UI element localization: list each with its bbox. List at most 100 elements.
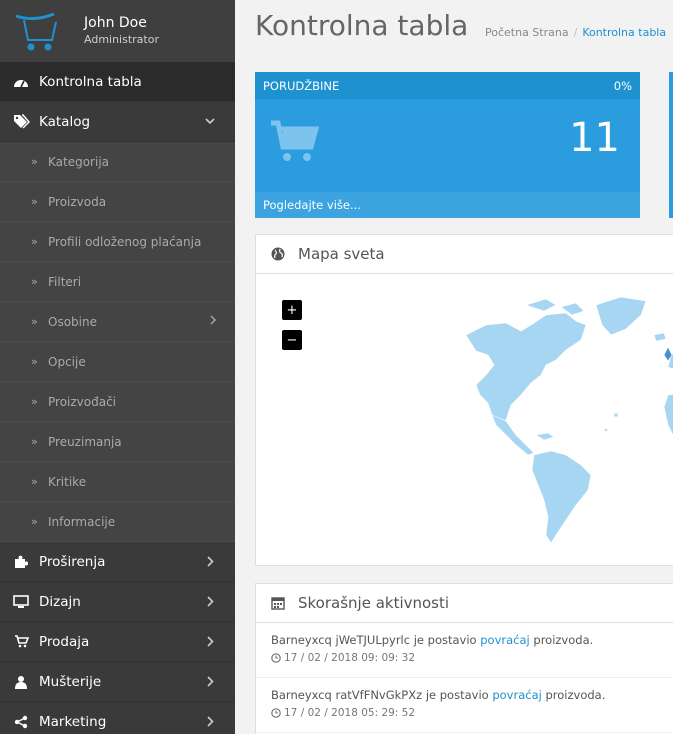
sidebar-subitem-kategorija[interactable]: » Kategorija (0, 142, 235, 182)
sidebar-subitem-label: Proizvođači (48, 394, 117, 409)
sidebar-item-design[interactable]: Dizajn (0, 582, 235, 622)
tile-percent: 0% (613, 78, 632, 93)
activity-link[interactable]: povraćaj (480, 633, 529, 647)
sidebar-item-dashboard[interactable]: Kontrolna tabla (0, 62, 235, 102)
sidebar-subitem-label: Kritike (48, 474, 87, 489)
globe-icon (271, 247, 287, 261)
zoom-in-button[interactable]: + (282, 300, 302, 320)
sidebar-item-label: Prodaja (39, 633, 90, 650)
zoom-out-button[interactable]: − (282, 330, 302, 350)
activity-suffix: proizvoda. (529, 633, 594, 647)
activity-time: 17 / 02 / 2018 09: 09: 32 (271, 652, 669, 664)
double-chevron-right-icon: » (31, 435, 38, 448)
sidebar-subitem-osobine[interactable]: » Osobine (0, 302, 235, 342)
double-chevron-right-icon: » (31, 355, 38, 368)
sidebar-subitem-profili[interactable]: » Profili odloženog plaćanja (0, 222, 235, 262)
breadcrumb-home[interactable]: Početna Strana (485, 26, 569, 39)
activity-text: Barneyxcq ratVfFNvGkPXz je postavio povr… (271, 688, 669, 702)
world-map[interactable] (406, 295, 673, 545)
double-chevron-right-icon: » (31, 515, 38, 528)
sidebar-subitem-preuzimanja[interactable]: » Preuzimanja (0, 422, 235, 462)
tags-icon (12, 113, 30, 131)
panel-header: Skorašnje aktivnosti (256, 584, 673, 623)
chevron-right-icon (203, 594, 217, 608)
activity-timestamp: 17 / 02 / 2018 05: 29: 52 (284, 707, 416, 719)
sidebar-subitem-label: Filteri (48, 274, 82, 289)
calendar-icon (271, 596, 287, 610)
activity-user: Barneyxcq ratVfFNvGkPXz (271, 688, 423, 702)
sidebar-subitem-proizvoda[interactable]: » Proizvoda (0, 182, 235, 222)
list-item: Barneyxcq ratVfFNvGkPXz je postavio povr… (256, 678, 673, 733)
main-content: Kontrolna tabla Početna Strana / Kontrolna… (235, 0, 673, 734)
activity-timestamp: 17 / 02 / 2018 09: 09: 32 (284, 652, 416, 664)
sidebar-item-label: Proširenja (39, 553, 106, 570)
double-chevron-right-icon: » (31, 395, 38, 408)
sidebar-subitem-opcije[interactable]: » Opcije (0, 342, 235, 382)
sidebar-subitem-proizvodjaci[interactable]: » Proizvođači (0, 382, 235, 422)
sidebar-item-label: Marketing (39, 713, 107, 730)
chevron-right-icon (203, 674, 217, 688)
puzzle-icon (12, 553, 30, 571)
user-profile[interactable]: John Doe Administrator (0, 0, 235, 62)
second-tile-edge (669, 72, 673, 218)
cart-icon (12, 633, 30, 651)
chevron-down-icon (203, 114, 217, 128)
tile-title: PORUDŽBINE (263, 78, 340, 93)
chevron-right-icon (203, 714, 217, 728)
sidebar: John Doe Administrator Kontrolna tabla K… (0, 0, 235, 734)
double-chevron-right-icon: » (31, 475, 38, 488)
sidebar-subitem-label: Osobine (48, 314, 97, 329)
sidebar-subitem-label: Informacije (48, 514, 116, 529)
sidebar-item-marketing[interactable]: Marketing (0, 702, 235, 734)
breadcrumb-current[interactable]: Kontrolna tabla (582, 26, 666, 39)
sidebar-item-label: Dizajn (39, 593, 81, 610)
double-chevron-right-icon: » (31, 275, 38, 288)
sidebar-item-extensions[interactable]: Proširenja (0, 542, 235, 582)
activity-user: Barneyxcq jWeTJULpyrlc (271, 633, 411, 647)
tile-view-more-link[interactable]: Pogledajte više... (255, 192, 640, 218)
sidebar-item-sales[interactable]: Prodaja (0, 622, 235, 662)
double-chevron-right-icon: » (31, 155, 38, 168)
clock-icon (271, 708, 281, 718)
list-item: Barneyxcq jWeTJULpyrlc je postavio povra… (256, 623, 673, 678)
user-icon (12, 673, 30, 691)
logo-icon (15, 12, 57, 51)
panel-title: Mapa sveta (298, 245, 385, 263)
sidebar-subitem-kritike[interactable]: » Kritike (0, 462, 235, 502)
chevron-right-icon (203, 634, 217, 648)
chevron-right-icon (210, 315, 217, 328)
tile-value: 11 (569, 115, 620, 161)
double-chevron-right-icon: » (31, 315, 38, 328)
sidebar-subitem-filteri[interactable]: » Filteri (0, 262, 235, 302)
sidebar-subitem-label: Preuzimanja (48, 434, 122, 449)
breadcrumb: Početna Strana / Kontrolna tabla (485, 26, 666, 39)
panel-header: Mapa sveta (256, 235, 673, 274)
activity-text: Barneyxcq jWeTJULpyrlc je postavio povra… (271, 633, 669, 647)
world-map-panel: Mapa sveta + − (255, 234, 673, 566)
monitor-icon (12, 593, 30, 611)
activity-verb: je postavio (422, 688, 493, 702)
sidebar-item-customers[interactable]: Mušterije (0, 662, 235, 702)
clock-icon (271, 653, 281, 663)
sidebar-item-label: Katalog (39, 113, 91, 130)
activity-suffix: proizvoda. (541, 688, 606, 702)
sidebar-item-label: Kontrolna tabla (39, 73, 142, 90)
tile-header: PORUDŽBINE 0% (255, 72, 640, 99)
double-chevron-right-icon: » (31, 195, 38, 208)
dashboard-icon (12, 73, 30, 91)
sidebar-subitem-label: Kategorija (48, 154, 110, 169)
sidebar-subitem-label: Proizvoda (48, 194, 107, 209)
sidebar-item-catalog[interactable]: Katalog (0, 102, 235, 142)
activity-time: 17 / 02 / 2018 05: 29: 52 (271, 707, 669, 719)
sidebar-subitem-label: Profili odloženog plaćanja (48, 234, 202, 249)
orders-tile: PORUDŽBINE 0% 11 Pogledajte više... (255, 72, 640, 218)
tile-body: 11 (255, 99, 640, 192)
activity-link[interactable]: povraćaj (492, 688, 541, 702)
sidebar-item-label: Mušterije (39, 673, 102, 690)
page-title: Kontrolna tabla (255, 9, 469, 42)
double-chevron-right-icon: » (31, 235, 38, 248)
activity-verb: je postavio (410, 633, 481, 647)
share-icon (12, 713, 30, 731)
sidebar-subitem-informacije[interactable]: » Informacije (0, 502, 235, 542)
cart-icon (271, 120, 319, 161)
